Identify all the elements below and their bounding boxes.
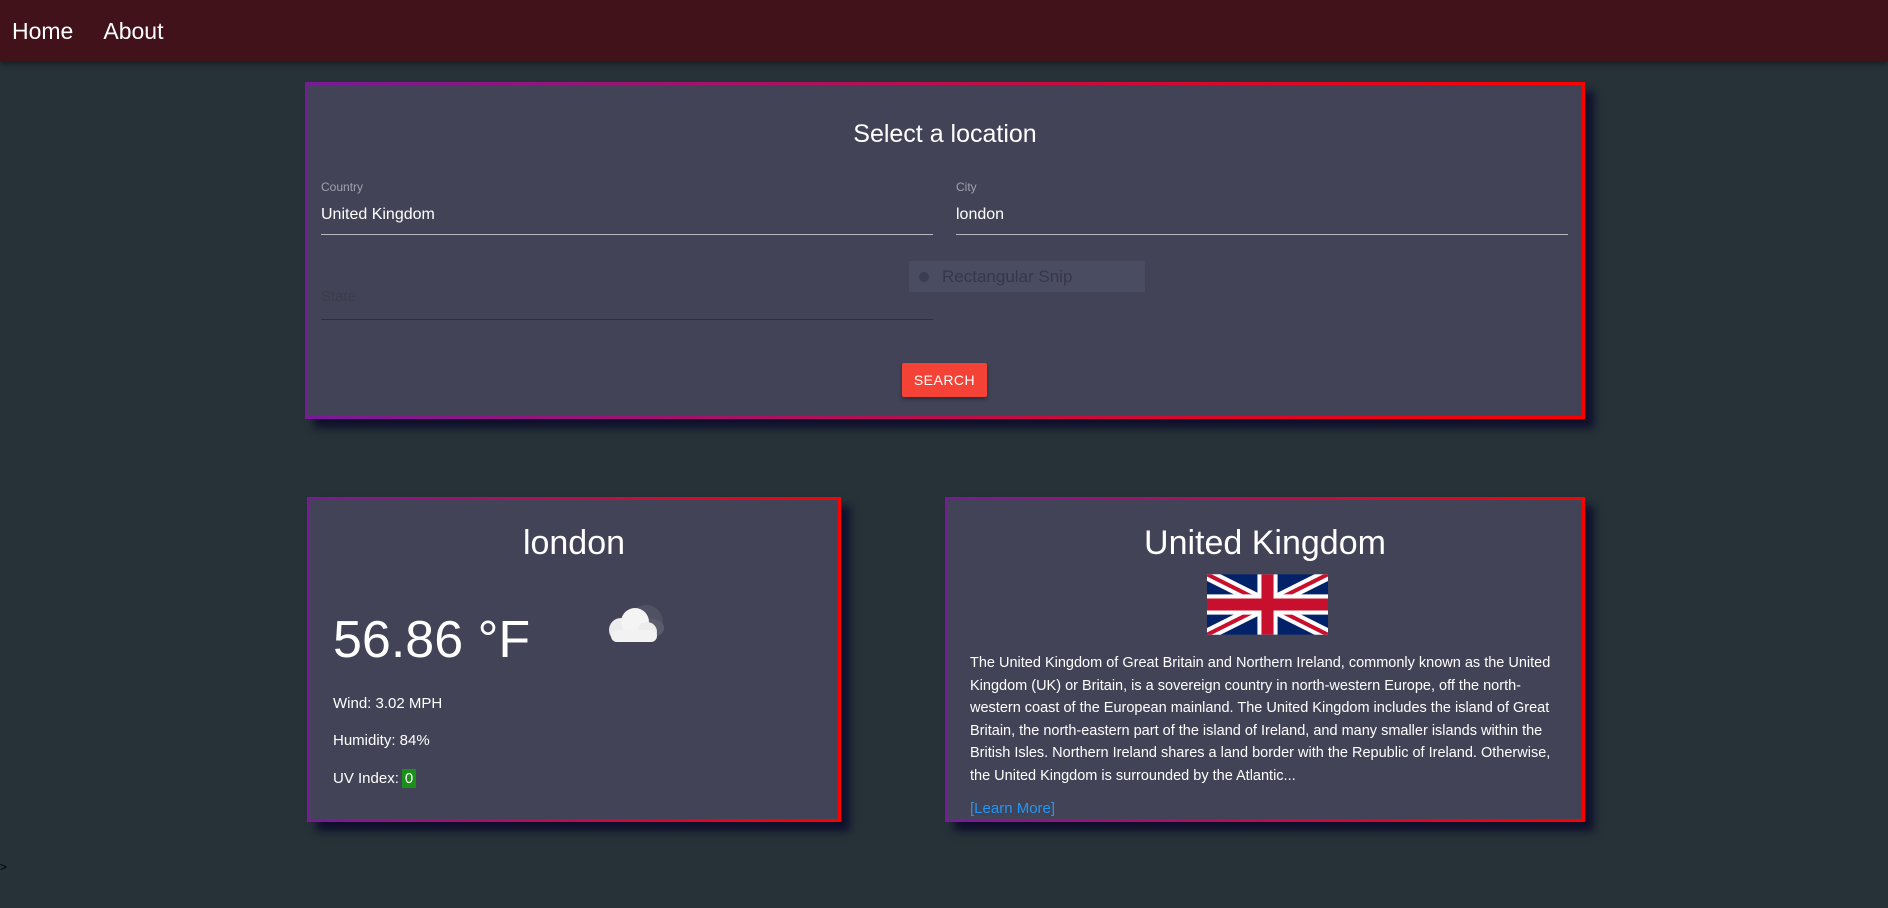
uv-index-stat: UV Index: 0 <box>333 769 417 788</box>
uv-index-label: UV Index: <box>333 770 399 787</box>
location-search-card: Select a location Country United Kingdom… <box>305 82 1585 419</box>
rectangular-snip-overlay: Rectangular Snip <box>909 261 1145 292</box>
top-navbar: Home About <box>0 0 1888 62</box>
cloud-icon <box>609 605 664 642</box>
country-label: Country <box>321 180 364 194</box>
country-title: United Kingdom <box>1144 524 1386 562</box>
city-underline <box>956 234 1568 235</box>
city-label: City <box>956 180 977 194</box>
state-underline <box>321 319 933 320</box>
learn-more-link[interactable]: [Learn More] <box>970 800 1055 817</box>
city-field[interactable]: City london <box>956 180 1568 235</box>
humidity-stat: Humidity: 84% <box>333 732 430 749</box>
snip-dot-icon <box>919 271 929 282</box>
cursor-glyph: > <box>0 860 8 874</box>
city-input[interactable]: london <box>956 206 1568 226</box>
search-button[interactable]: SEARCH <box>902 363 987 397</box>
state-field[interactable]: State <box>321 265 933 320</box>
country-input[interactable]: United Kingdom <box>321 206 933 226</box>
nav-about-link[interactable]: About <box>103 18 163 45</box>
country-card: United Kingdom The United Kingdom of Gre… <box>945 497 1585 822</box>
country-underline <box>321 234 933 235</box>
weather-city-title: london <box>522 524 626 562</box>
snip-label: Rectangular Snip <box>942 266 1073 286</box>
state-label: State <box>321 288 357 305</box>
country-description: The United Kingdom of Great Britain and … <box>970 655 1551 784</box>
wind-stat: Wind: 3.02 MPH <box>333 695 443 712</box>
nav-home-link[interactable]: Home <box>12 18 73 45</box>
uv-index-badge: 0 <box>401 769 417 788</box>
temperature-value: 56.86 °F <box>333 611 531 669</box>
country-field[interactable]: Country United Kingdom <box>321 180 933 235</box>
weather-card: london 56.86 °F Wind: 3.02 MPH Humidity:… <box>307 497 841 822</box>
search-title: Select a location <box>853 120 1037 148</box>
uk-flag-icon <box>1207 574 1328 635</box>
